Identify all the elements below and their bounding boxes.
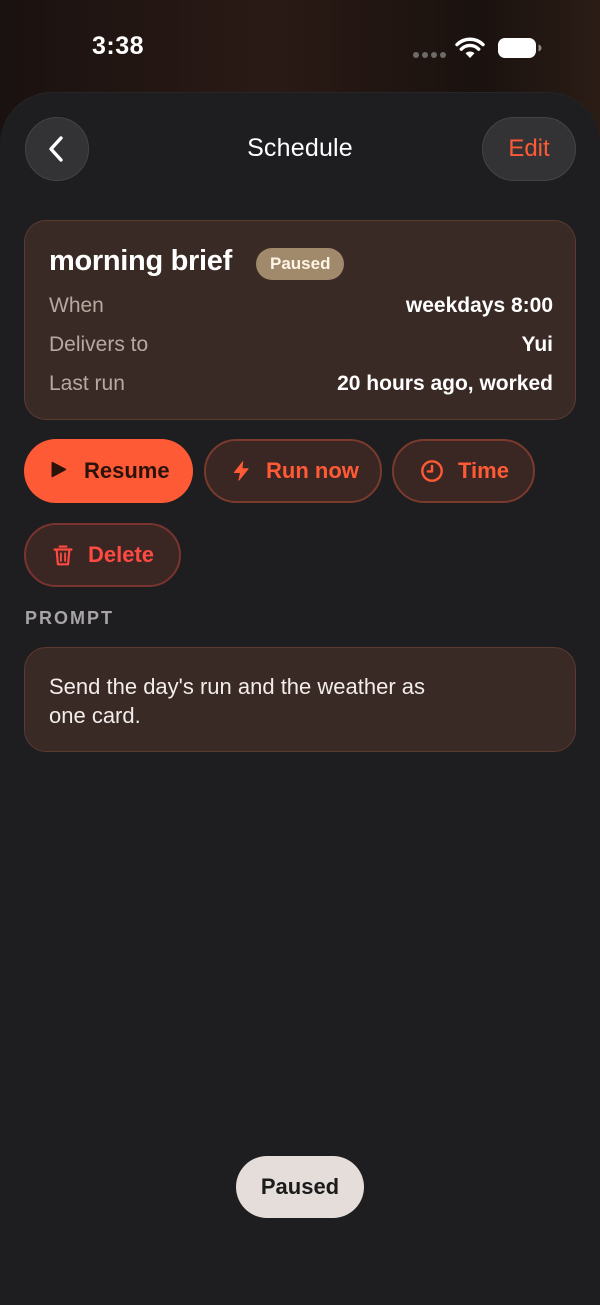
schedule-name: morning brief — [49, 245, 232, 277]
prompt-section-label: PROMPT — [25, 608, 115, 628]
status-toast: Paused — [236, 1156, 364, 1218]
info-value: weekdays 8:00 — [405, 294, 553, 317]
delete-label: Delete — [88, 542, 155, 567]
lightning-icon — [233, 461, 249, 481]
status-time: 3:38 — [92, 32, 145, 60]
status-bar: 3:38 — [0, 0, 600, 92]
schedule-sheet: Schedule Edit morning brief Paused When … — [0, 92, 600, 1305]
back-button[interactable] — [25, 117, 89, 181]
info-row-delivers-to: Delivers to Yui — [49, 333, 553, 363]
clock-icon — [421, 460, 443, 482]
chevron-left-icon — [49, 136, 63, 162]
info-value: Yui — [521, 333, 553, 356]
info-key: When — [49, 294, 104, 317]
app-screen: 3:38 Schedule Edit morning brief Paused — [0, 0, 600, 1305]
time-label: Time — [458, 458, 509, 483]
resume-label: Resume — [84, 458, 170, 483]
schedule-info-card: morning brief Paused When weekdays 8:00 … — [24, 220, 576, 420]
delete-button[interactable]: Delete — [24, 523, 181, 587]
wifi-icon — [455, 37, 485, 58]
page-title: Schedule — [247, 134, 353, 162]
edit-button[interactable]: Edit — [482, 117, 576, 181]
resume-button[interactable]: Resume — [24, 439, 193, 503]
prompt-text: Send the day's run and the weather as on… — [49, 674, 426, 728]
info-key: Delivers to — [49, 333, 149, 356]
status-badge: Paused — [256, 248, 345, 280]
info-row-last-run: Last run 20 hours ago, worked — [49, 372, 553, 402]
play-icon — [51, 461, 67, 478]
prompt-card[interactable]: Send the day's run and the weather as on… — [24, 647, 576, 752]
run-now-button[interactable]: Run now — [204, 439, 382, 503]
trash-icon — [53, 545, 73, 566]
time-button[interactable]: Time — [392, 439, 535, 503]
info-value: 20 hours ago, worked — [337, 372, 553, 395]
run-now-label: Run now — [266, 458, 359, 483]
info-key: Last run — [49, 372, 125, 395]
info-row-when: When weekdays 8:00 — [49, 294, 553, 324]
signal-dots-icon — [413, 52, 447, 58]
battery-icon — [498, 38, 542, 58]
